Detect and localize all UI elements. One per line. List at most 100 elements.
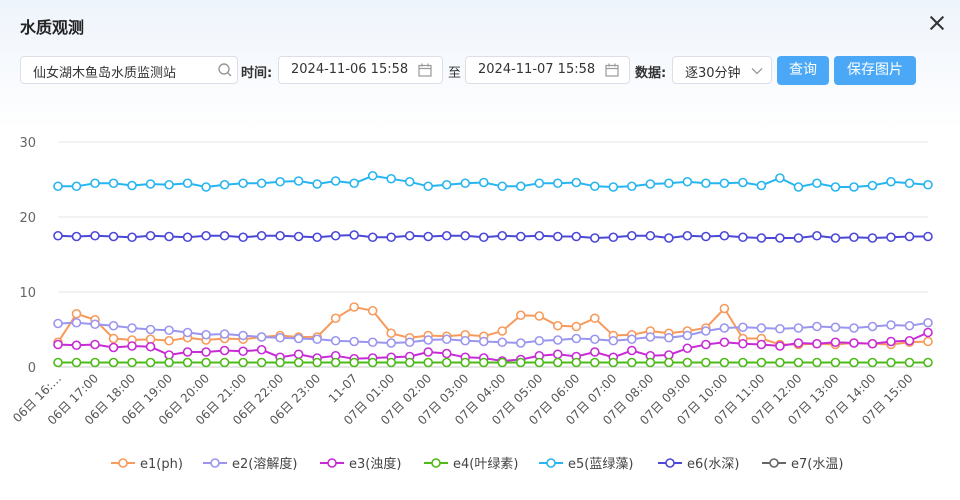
data-point [775,357,785,368]
data-point [608,352,619,363]
x-tick-label: 06日 18:00 [82,371,138,427]
data-point [71,317,82,328]
data-point [330,350,341,361]
data-point [756,323,767,333]
data-point [682,330,693,341]
calendar-icon [418,63,432,77]
data-point [71,308,82,319]
data-point [775,323,785,334]
data-point [534,357,545,368]
data-point [219,345,230,356]
data-point [238,178,248,189]
save-image-button[interactable]: 保存图片 [834,56,916,85]
data-point [497,357,508,368]
query-button[interactable]: 查询 [777,56,829,85]
data-point [904,320,915,331]
x-tick-label: 07日 08:00 [600,371,656,427]
data-point [90,319,100,330]
data-point [127,341,137,351]
data-point [886,176,896,187]
data-point [330,313,341,324]
data-point [590,233,600,243]
data-point [182,357,193,368]
data-point [108,342,119,353]
data-point [423,330,434,341]
data-point [293,357,304,368]
legend-label: e5(蓝绿藻) [568,457,633,472]
x-tick-label: 07日 06:00 [526,371,582,427]
data-point [164,325,174,336]
data-point [90,339,100,350]
station-select[interactable]: 仙女湖木鱼岛水质监测站 [20,56,238,84]
data-point [312,357,322,368]
data-point [460,357,471,368]
data-point [312,332,322,342]
search-icon [218,63,232,77]
data-point [627,357,637,368]
legend-swatch-marker [327,458,337,468]
data-point [90,357,100,368]
data-point [164,335,174,346]
data-point [71,181,82,192]
data-point [386,357,396,368]
data-point [867,338,878,349]
data-point [904,231,915,242]
water-quality-dialog: 水质观测 仙女湖木鱼岛水质监测站 时间: 2024-11-06 15:58 至 … [0,0,960,500]
data-point [201,329,211,340]
data-point [664,350,674,360]
x-tick-label: 11-07 [326,371,361,406]
station-value: 仙女湖木鱼岛水质监测站 [33,66,177,81]
data-point [349,336,359,347]
data-point [441,331,452,342]
data-point [460,329,471,340]
data-point [293,349,304,360]
start-time-input[interactable]: 2024-11-06 15:58 [278,56,443,84]
data-point [571,357,582,368]
data-point [219,333,230,344]
data-point [108,178,119,189]
data-point [830,233,841,243]
data-point [645,179,656,189]
close-icon[interactable] [926,12,948,34]
data-point [534,178,545,189]
end-time-input[interactable]: 2024-11-07 15:58 [465,56,630,84]
data-point [312,334,322,345]
data-point [515,357,526,368]
data-point [201,357,211,368]
data-point [775,341,785,351]
data-point [627,345,637,356]
data-point [312,353,322,363]
data-point [627,181,637,192]
data-point [145,357,156,368]
data-point [590,313,600,324]
data-point [682,326,693,336]
data-point [534,311,545,321]
interval-select[interactable]: 逐30分钟 [672,56,772,84]
data-point [53,230,63,241]
data-point [719,357,730,368]
data-point [404,351,415,362]
data-point [719,230,730,241]
x-tick-label: 07日 10:00 [674,371,730,427]
legend-label: e7(水温) [791,457,843,472]
data-point [738,177,748,188]
data-point [330,176,341,186]
data-point [460,178,471,189]
data-point [164,231,174,242]
data-point [701,326,711,336]
data-point [386,232,396,243]
data-point [386,338,396,348]
data-point [53,181,63,192]
data-point [682,176,693,187]
data-point [293,332,304,342]
data-point [71,357,82,368]
data-point [71,340,82,351]
data-point [386,352,396,363]
data-point [108,333,119,344]
x-tick-label: 07日 01:00 [341,371,397,427]
data-point [571,333,582,344]
data-point [404,337,415,348]
data-point [738,357,748,368]
start-time-value: 2024-11-06 15:58 [291,62,409,77]
data-point [830,357,841,368]
